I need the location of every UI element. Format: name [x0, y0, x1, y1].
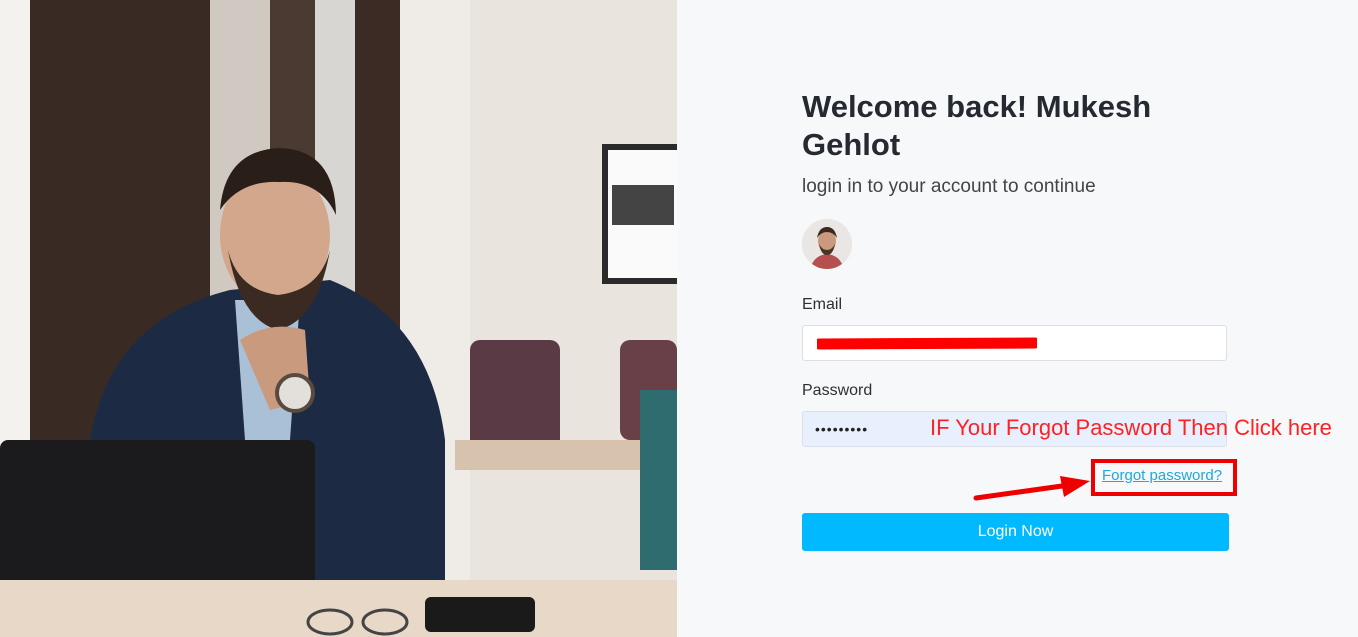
annotation-text: IF Your Forgot Password Then Click here: [930, 415, 1332, 440]
hero-photo: [0, 0, 677, 637]
login-button[interactable]: Login Now: [802, 513, 1229, 551]
page-subtitle: login in to your account to continue: [802, 176, 1096, 197]
email-label: Email: [802, 296, 843, 313]
forgot-password-link[interactable]: Forgot password?: [1102, 467, 1222, 484]
password-label: Password: [802, 382, 873, 399]
red-arrow-icon: [973, 476, 1090, 501]
redaction-mark: [817, 337, 1037, 350]
page-title: Welcome back! Mukesh Gehlot: [802, 89, 1152, 162]
login-panel: Welcome back! Mukesh Gehlot login in to …: [677, 0, 1358, 637]
user-avatar-icon: [802, 219, 852, 269]
avatar: [802, 219, 852, 269]
